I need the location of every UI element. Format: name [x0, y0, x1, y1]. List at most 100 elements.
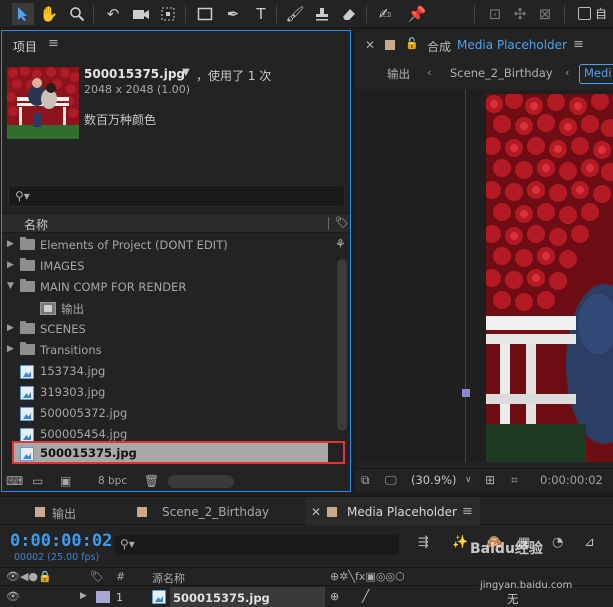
breadcrumb-item[interactable]: 输出: [387, 66, 410, 82]
tab-color-swatch: [35, 507, 45, 517]
timeline-timecode[interactable]: 0:00:00:02: [10, 531, 112, 551]
label-tag-icon[interactable]: 🏷: [335, 216, 349, 229]
list-item[interactable]: ▼ MAIN COMP FOR RENDER: [2, 277, 332, 298]
chevron-left-icon: ‹: [565, 66, 570, 79]
pen-tool-icon[interactable]: ✒: [222, 3, 244, 25]
search-icon: ⚲▾: [120, 537, 135, 551]
column-divider[interactable]: [328, 217, 329, 230]
list-item[interactable]: ▶ Elements of Project (DONT EDIT): [2, 235, 332, 256]
new-folder-icon[interactable]: ▭: [32, 474, 43, 488]
rectangle-tool-icon[interactable]: [194, 3, 216, 25]
list-item[interactable]: 500005372.jpg: [2, 403, 332, 424]
tab-media-placeholder[interactable]: Media Placeholder: [347, 505, 457, 519]
roto-brush-tool-icon[interactable]: ✍: [374, 3, 396, 25]
collapse-icon[interactable]: ▼: [7, 281, 14, 291]
current-time-display[interactable]: 0:00:00:02: [540, 473, 603, 487]
chevron-left-icon: ‹: [427, 66, 432, 79]
column-name[interactable]: 名称: [24, 216, 48, 233]
hand-tool-icon[interactable]: ✋: [38, 3, 60, 25]
trash-icon[interactable]: 🗑: [144, 474, 159, 488]
switches-icons[interactable]: ⊕✲╲fx▣◎◎⬡: [330, 570, 405, 583]
timeline-search-input[interactable]: ⚲▾: [115, 535, 399, 555]
snapping-checkbox[interactable]: [578, 7, 591, 20]
type-tool-icon[interactable]: T: [250, 3, 272, 25]
list-item-label: 500005372.jpg: [40, 406, 128, 420]
expand-icon[interactable]: ▶: [80, 591, 87, 601]
chevron-down-icon[interactable]: ∨: [465, 475, 472, 485]
bit-depth-label[interactable]: 8 bpc: [98, 475, 127, 487]
puppet-tool-icon[interactable]: 📌: [406, 3, 428, 25]
mask-visibility-icon[interactable]: ⌗: [511, 473, 518, 488]
parent-dropdown[interactable]: 无: [507, 591, 519, 607]
ruler-marker[interactable]: [462, 389, 470, 397]
column-source-name[interactable]: 源名称: [152, 570, 185, 586]
draft-3d-icon[interactable]: ✨: [452, 535, 468, 550]
panel-menu-icon[interactable]: ≡: [462, 504, 473, 519]
toolbar-divider: [474, 5, 475, 23]
image-file-icon: [20, 365, 34, 379]
label-tag-icon[interactable]: 🏷: [90, 570, 104, 583]
visibility-icon[interactable]: 👁: [6, 590, 20, 603]
pan-behind-tool-icon[interactable]: [157, 3, 179, 25]
brush-tool-icon[interactable]: 🖌: [284, 3, 306, 25]
list-item[interactable]: ▶ SCENES: [2, 319, 332, 340]
monitor-icon[interactable]: 🖵: [385, 473, 397, 488]
comp-tab-name[interactable]: Media Placeholder: [457, 38, 567, 52]
image-file-icon: [20, 386, 34, 400]
axis-world-icon[interactable]: ✣: [509, 3, 531, 25]
project-search-input[interactable]: ⚲▾: [8, 185, 345, 207]
selection-tool-icon[interactable]: [12, 3, 34, 25]
tab-output[interactable]: 输出: [52, 505, 76, 522]
folder-icon: [20, 258, 35, 271]
layer-label-swatch[interactable]: [96, 591, 110, 603]
layer-switch-icon[interactable]: ⊕: [330, 590, 339, 603]
always-preview-icon[interactable]: ⧉: [361, 473, 370, 488]
list-item[interactable]: ▶ Transitions: [2, 340, 332, 361]
breadcrumb-item[interactable]: Scene_2_Birthday: [450, 66, 553, 80]
panel-menu-icon[interactable]: ≡: [573, 37, 584, 52]
comp-flowchart-icon[interactable]: ⇶: [418, 535, 429, 550]
usage-dropdown-icon[interactable]: ▼: [182, 67, 190, 78]
zoom-tool-icon[interactable]: [66, 3, 88, 25]
close-icon[interactable]: ✕: [311, 505, 321, 519]
lock-icon[interactable]: 🔓: [405, 37, 419, 50]
axis-view-icon[interactable]: ⊠: [534, 3, 556, 25]
list-item-label: SCENES: [40, 322, 86, 336]
breadcrumb: 输出 ‹ Scene_2_Birthday ‹ Medi: [355, 62, 613, 86]
panel-menu-icon[interactable]: ≡: [48, 36, 59, 51]
asset-usage: ，使用了 1 次: [196, 69, 272, 83]
list-item[interactable]: 输出: [2, 298, 332, 319]
expand-icon[interactable]: ▶: [7, 239, 14, 249]
eraser-tool-icon[interactable]: [338, 3, 360, 25]
project-panel-title[interactable]: 项目: [13, 38, 37, 55]
footer-scrollbar[interactable]: [168, 475, 234, 488]
new-composition-icon[interactable]: ▣: [60, 474, 71, 488]
av-features-icons[interactable]: 👁◀●🔒: [6, 570, 52, 583]
folder-icon: [20, 342, 35, 355]
motion-blur-icon[interactable]: ◔: [552, 535, 563, 550]
tab-scene-2-birthday[interactable]: Scene_2_Birthday: [162, 505, 269, 519]
camera-tool-icon[interactable]: [130, 3, 152, 25]
clone-stamp-tool-icon[interactable]: [311, 3, 333, 25]
grid-guides-icon[interactable]: ⊞: [485, 473, 495, 487]
interpret-footage-icon[interactable]: ⌨: [6, 474, 23, 488]
quality-switch-icon[interactable]: ╱: [362, 589, 369, 603]
expand-icon[interactable]: ▶: [7, 344, 14, 354]
expand-icon[interactable]: ▶: [7, 260, 14, 270]
zoom-dropdown[interactable]: (30.9%): [411, 473, 457, 487]
project-scrollbar-thumb[interactable]: [337, 259, 347, 431]
layer-name[interactable]: 500015375.jpg: [173, 591, 270, 605]
list-item[interactable]: 153734.jpg: [2, 361, 332, 382]
rotate-tool-icon[interactable]: ↶: [102, 3, 124, 25]
axis-local-icon[interactable]: ⊡: [484, 3, 506, 25]
expand-icon[interactable]: ▶: [7, 323, 14, 333]
list-item[interactable]: ▶ IMAGES: [2, 256, 332, 277]
list-item-label: Elements of Project (DONT EDIT): [40, 238, 228, 252]
watermark-logo: Baidu经验: [470, 541, 543, 557]
graph-editor-icon[interactable]: ⊿: [584, 535, 595, 550]
list-item[interactable]: 319303.jpg: [2, 382, 332, 403]
column-number[interactable]: #: [116, 570, 125, 583]
breadcrumb-item-active[interactable]: Medi: [584, 66, 612, 80]
close-icon[interactable]: ✕: [365, 38, 375, 52]
flowchart-icon[interactable]: ⚘: [335, 237, 346, 251]
